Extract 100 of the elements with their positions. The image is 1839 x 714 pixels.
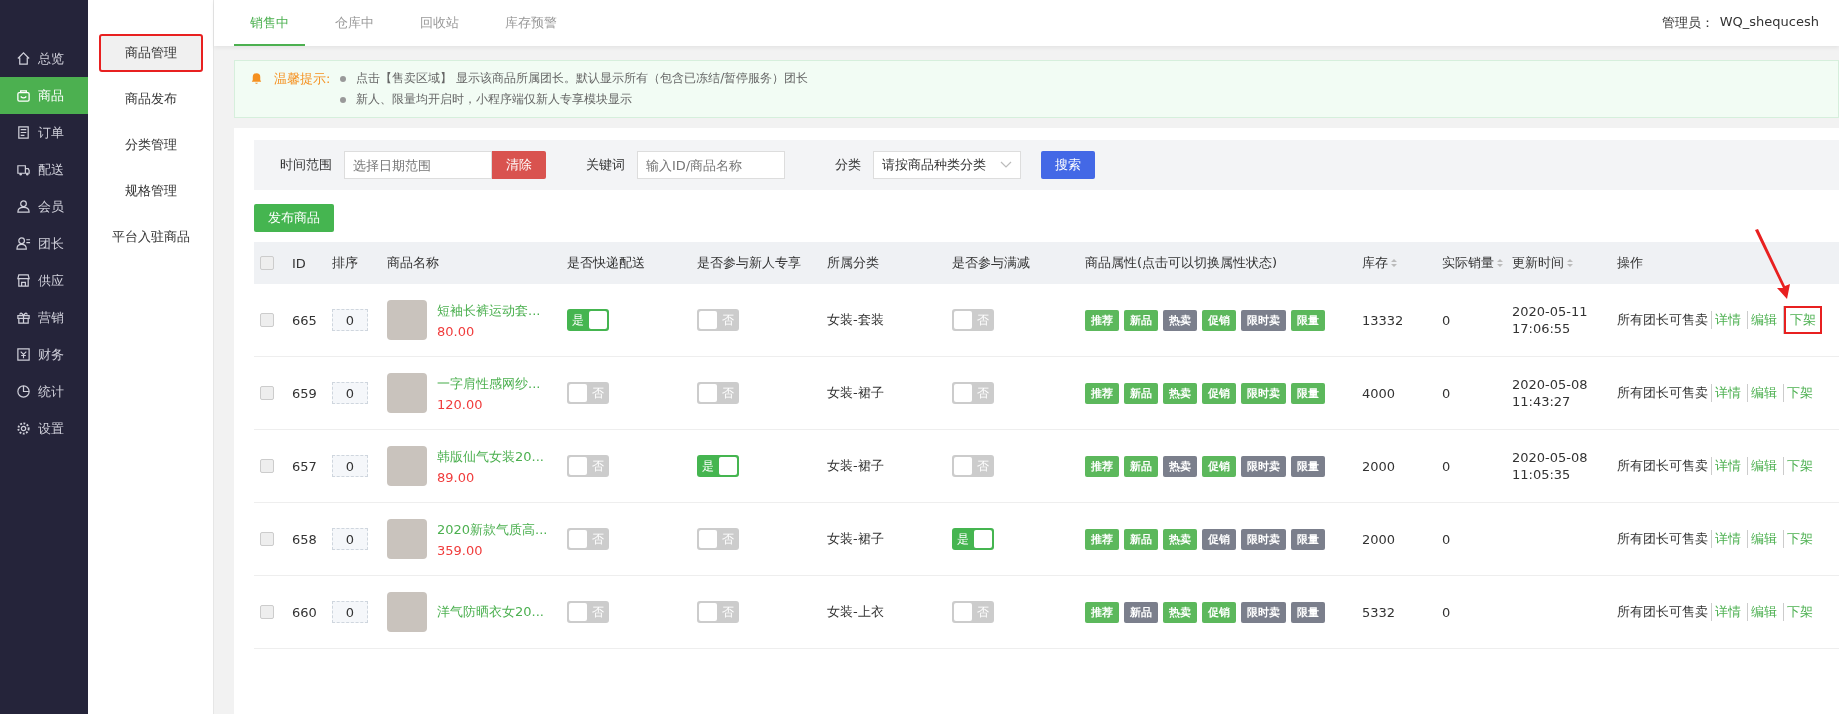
product-name-link[interactable]: 洋气防晒衣女20... bbox=[437, 603, 544, 621]
sidebar-item[interactable]: 会员 bbox=[0, 188, 88, 225]
action-link[interactable]: 下架 bbox=[1783, 457, 1816, 475]
submenu-item[interactable]: 平台入驻商品 bbox=[98, 218, 203, 256]
attribute-tag[interactable]: 限量 bbox=[1291, 382, 1325, 404]
sidebar-item[interactable]: 团长 bbox=[0, 225, 88, 262]
sidebar-item[interactable]: 统计 bbox=[0, 373, 88, 410]
sort-order-field[interactable]: 0 bbox=[332, 601, 368, 623]
attribute-tag[interactable]: 热卖 bbox=[1163, 601, 1197, 623]
attribute-tag[interactable]: 新品 bbox=[1124, 382, 1158, 404]
sidebar-item[interactable]: 订单 bbox=[0, 114, 88, 151]
sidebar-item[interactable]: 总览 bbox=[0, 40, 88, 77]
product-name-link[interactable]: 短袖长裤运动套... bbox=[437, 301, 541, 320]
row-checkbox[interactable] bbox=[260, 386, 274, 400]
attribute-tag[interactable]: 新品 bbox=[1124, 601, 1158, 623]
attribute-tag[interactable]: 限时卖 bbox=[1241, 382, 1286, 404]
attribute-tag[interactable]: 限时卖 bbox=[1241, 455, 1286, 477]
action-link[interactable]: 下架 bbox=[1783, 530, 1816, 548]
sidebar-item[interactable]: 设置 bbox=[0, 410, 88, 447]
tab[interactable]: 库存预警 bbox=[489, 0, 573, 46]
tab[interactable]: 回收站 bbox=[404, 0, 475, 46]
action-link[interactable]: 详情 bbox=[1711, 457, 1744, 475]
action-link[interactable]: 编辑 bbox=[1747, 457, 1780, 475]
attribute-tag[interactable]: 促销 bbox=[1202, 455, 1236, 477]
action-link[interactable]: 详情 bbox=[1711, 603, 1744, 621]
keyword-field[interactable]: 输入ID/商品名称 bbox=[637, 151, 785, 179]
table-cell-text: 0 bbox=[1441, 458, 1452, 474]
sidebar-item[interactable]: 财务 bbox=[0, 336, 88, 373]
toggle-switch[interactable]: 是 bbox=[697, 455, 739, 477]
attribute-tag[interactable]: 限量 bbox=[1291, 455, 1325, 477]
action-link[interactable]: 详情 bbox=[1711, 311, 1744, 329]
sidebar-item[interactable]: 商品 bbox=[0, 77, 88, 114]
sort-icon[interactable] bbox=[1567, 258, 1573, 268]
column-header[interactable]: 库存 bbox=[1362, 254, 1397, 272]
row-checkbox[interactable] bbox=[260, 605, 274, 619]
sort-order-field[interactable]: 0 bbox=[332, 382, 368, 404]
product-price: 359.00 bbox=[437, 542, 484, 558]
action-link[interactable]: 下架 bbox=[1783, 603, 1816, 621]
attribute-tag[interactable]: 限量 bbox=[1291, 601, 1325, 623]
attribute-tag[interactable]: 限时卖 bbox=[1241, 528, 1286, 550]
date-range-field[interactable]: 选择日期范围 bbox=[344, 151, 492, 179]
attribute-tag[interactable]: 促销 bbox=[1202, 382, 1236, 404]
select-all-checkbox[interactable] bbox=[260, 256, 274, 270]
sidebar-item[interactable]: 供应 bbox=[0, 262, 88, 299]
attribute-tag[interactable]: 促销 bbox=[1202, 601, 1236, 623]
sidebar-item[interactable]: 营销 bbox=[0, 299, 88, 336]
sort-icon[interactable] bbox=[1497, 258, 1503, 268]
row-checkbox[interactable] bbox=[260, 459, 274, 473]
attribute-tag[interactable]: 限量 bbox=[1291, 528, 1325, 550]
attribute-tag[interactable]: 促销 bbox=[1202, 528, 1236, 550]
sort-order-field[interactable]: 0 bbox=[332, 309, 368, 331]
category-dropdown[interactable]: 请按商品种类分类 bbox=[873, 151, 1021, 179]
action-link[interactable]: 详情 bbox=[1711, 530, 1744, 548]
action-link[interactable]: 编辑 bbox=[1747, 384, 1780, 402]
attribute-tag[interactable]: 推荐 bbox=[1085, 528, 1119, 550]
product-name-link[interactable]: 一字肩性感网纱... bbox=[437, 374, 541, 393]
product-name-link[interactable]: 2020新款气质高... bbox=[437, 520, 548, 539]
row-checkbox[interactable] bbox=[260, 532, 274, 546]
product-name-link[interactable]: 韩版仙气女装20... bbox=[437, 447, 544, 466]
attribute-tag[interactable]: 推荐 bbox=[1085, 601, 1119, 623]
attribute-tag[interactable]: 热卖 bbox=[1163, 528, 1197, 550]
attribute-tag[interactable]: 推荐 bbox=[1085, 455, 1119, 477]
submenu-item[interactable]: 商品管理 bbox=[98, 34, 203, 72]
submenu-item[interactable]: 规格管理 bbox=[98, 172, 203, 210]
attribute-tag[interactable]: 促销 bbox=[1202, 309, 1236, 331]
action-link[interactable]: 下架 bbox=[1783, 384, 1816, 402]
sidebar-item[interactable]: 配送 bbox=[0, 151, 88, 188]
attribute-tag[interactable]: 热卖 bbox=[1163, 455, 1197, 477]
action-link[interactable]: 编辑 bbox=[1747, 311, 1780, 329]
column-header[interactable]: 实际销量 bbox=[1442, 254, 1503, 272]
action-link[interactable]: 编辑 bbox=[1747, 530, 1780, 548]
action-link[interactable]: 下架 bbox=[1783, 306, 1822, 334]
attribute-tag[interactable]: 新品 bbox=[1124, 309, 1158, 331]
clear-button[interactable]: 清除 bbox=[492, 151, 546, 179]
attribute-tag[interactable]: 限时卖 bbox=[1241, 601, 1286, 623]
attribute-tag[interactable]: 推荐 bbox=[1085, 309, 1119, 331]
action-link[interactable]: 详情 bbox=[1711, 384, 1744, 402]
attribute-tag[interactable]: 限时卖 bbox=[1241, 309, 1286, 331]
column-header: 商品名称 bbox=[387, 254, 439, 272]
attribute-tag[interactable]: 限量 bbox=[1291, 309, 1325, 331]
submenu-item[interactable]: 分类管理 bbox=[98, 126, 203, 164]
notice-title: 温馨提示: bbox=[274, 70, 331, 88]
publish-button[interactable]: 发布商品 bbox=[254, 204, 334, 232]
row-checkbox[interactable] bbox=[260, 313, 274, 327]
attribute-tag[interactable]: 热卖 bbox=[1163, 382, 1197, 404]
submenu-item[interactable]: 商品发布 bbox=[98, 80, 203, 118]
column-header[interactable]: 更新时间 bbox=[1512, 254, 1573, 272]
toggle-switch[interactable]: 是 bbox=[567, 309, 609, 331]
tab[interactable]: 销售中 bbox=[234, 0, 305, 46]
attribute-tag[interactable]: 推荐 bbox=[1085, 382, 1119, 404]
sort-icon[interactable] bbox=[1391, 258, 1397, 268]
tab[interactable]: 仓库中 bbox=[319, 0, 390, 46]
sort-order-field[interactable]: 0 bbox=[332, 528, 368, 550]
sort-order-field[interactable]: 0 bbox=[332, 455, 368, 477]
attribute-tag[interactable]: 新品 bbox=[1124, 455, 1158, 477]
action-link[interactable]: 编辑 bbox=[1747, 603, 1780, 621]
attribute-tag[interactable]: 热卖 bbox=[1163, 309, 1197, 331]
toggle-switch[interactable]: 是 bbox=[952, 528, 994, 550]
search-button[interactable]: 搜索 bbox=[1041, 151, 1095, 179]
attribute-tag[interactable]: 新品 bbox=[1124, 528, 1158, 550]
